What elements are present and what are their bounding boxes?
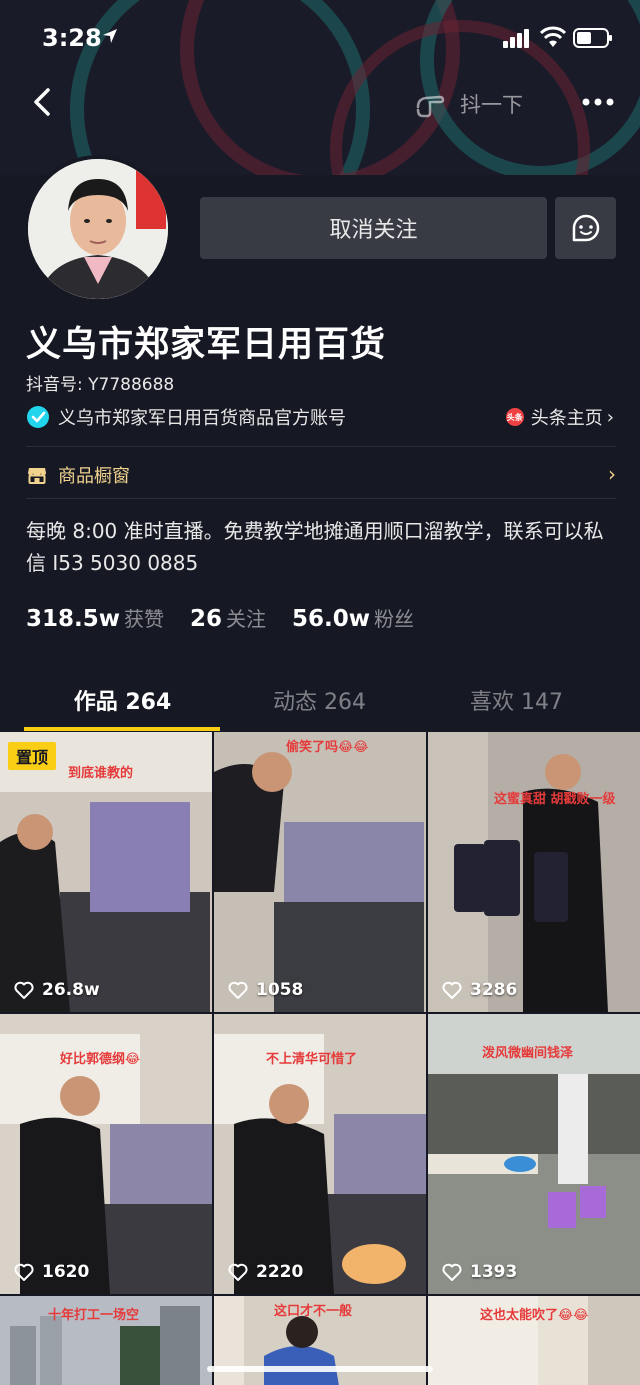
video-cover-image: [214, 732, 426, 1012]
message-smile-icon: [572, 214, 599, 242]
stat-number: 56.0w: [292, 606, 371, 632]
stat-label: 粉丝: [374, 607, 415, 631]
video-thumbnail[interactable]: 这蜜真甜 胡戳败一级 3286: [428, 732, 640, 1012]
account-name: 义乌市郑家军日用百货: [26, 325, 387, 365]
video-thumbnail[interactable]: 这也太能吹了😂😂: [428, 1296, 640, 1385]
video-caption: 偷笑了吗😂😂: [286, 740, 369, 755]
video-caption: 好比郭德纲😂: [60, 1052, 141, 1067]
like-count-text: 26.8w: [42, 980, 100, 1000]
tab-activity[interactable]: 动态 264: [213, 684, 426, 716]
unfollow-button[interactable]: 取消关注: [200, 197, 547, 259]
douyin-id[interactable]: 抖音号: Y7788688: [26, 370, 174, 395]
like-count-text: 1393: [470, 1262, 518, 1282]
shop-label: 商品橱窗: [58, 466, 130, 487]
toutiao-icon: 头条: [505, 408, 524, 426]
like-count: 26.8w: [14, 980, 100, 1000]
like-count: 1620: [14, 1262, 89, 1282]
active-tab-indicator: [24, 727, 220, 731]
product-showcase-row[interactable]: 商品橱窗 ›: [26, 460, 616, 490]
toutiao-label: 头条主页: [530, 408, 603, 429]
verified-badge-icon: [27, 406, 49, 428]
avatar[interactable]: [24, 155, 172, 303]
chevron-right-icon: ›: [608, 462, 616, 486]
video-thumbnail[interactable]: 好比郭德纲😂 1620: [0, 1014, 212, 1294]
video-caption: 这蜜真甜 胡戳败一级: [494, 792, 616, 807]
home-indicator[interactable]: [207, 1366, 433, 1372]
stat-number: 318.5w: [26, 606, 120, 632]
top-nav: 抖一下: [0, 76, 640, 132]
like-count: 1393: [442, 1262, 517, 1282]
video-thumbnail[interactable]: 十年打工一场空: [0, 1296, 212, 1385]
verification-row: 义乌市郑家军日用百货商品官方账号: [26, 404, 346, 430]
heart-icon: [228, 1263, 248, 1281]
toutiao-homepage-link[interactable]: 头条 头条主页 ›: [505, 404, 614, 430]
bio-text: 每晚 8:00 准时直播。免费教学地摊通用顺口溜教学，联系可以私信 I53 50…: [26, 519, 604, 575]
stats-row: 318.5w 获赞 26 关注 56.0w 粉丝: [26, 603, 440, 637]
pinned-badge: 置顶: [8, 742, 57, 770]
heart-icon: [228, 981, 248, 999]
like-count: 2220: [228, 1262, 303, 1282]
avatar-portrait: [28, 159, 168, 299]
like-count-text: 3286: [470, 980, 518, 1000]
video-thumbnail[interactable]: 泼风微幽间钱泽 1393: [428, 1014, 640, 1294]
like-count-text: 1620: [42, 1262, 90, 1282]
video-caption: 泼风微幽间钱泽: [482, 1046, 574, 1061]
heart-icon: [14, 981, 34, 999]
status-time: 3:28: [42, 24, 102, 52]
like-count-text: 1058: [256, 980, 304, 1000]
video-caption: 这也太能吹了😂😂: [480, 1308, 589, 1323]
video-caption: 不上清华可惜了: [266, 1052, 358, 1067]
like-count-text: 2220: [256, 1262, 304, 1282]
video-thumbnail[interactable]: 置顶 到底谁教的 26.8w: [0, 732, 212, 1012]
video-thumbnail[interactable]: 不上清华可惜了 2220: [214, 1014, 426, 1294]
shake-button[interactable]: 抖一下: [414, 88, 523, 120]
heart-icon: [14, 1263, 34, 1281]
divider: [26, 446, 616, 447]
video-cover-image: [428, 732, 640, 1012]
content-tabs: 作品 264 动态 264 喜欢 147: [0, 672, 640, 732]
stat-label: 关注: [226, 607, 267, 631]
divider: [26, 498, 616, 499]
shop-icon: [28, 468, 46, 484]
wifi-icon: [540, 26, 566, 47]
chevron-right-icon: ›: [606, 406, 614, 428]
battery-icon: [573, 28, 612, 48]
tab-likes[interactable]: 喜欢 147: [410, 684, 623, 716]
heart-icon: [442, 1263, 462, 1281]
stat-label: 获赞: [124, 607, 164, 631]
stat-following[interactable]: 26 关注: [190, 603, 266, 632]
back-arrow-icon[interactable]: [28, 86, 56, 118]
message-button[interactable]: [555, 197, 616, 259]
like-count: 1058: [228, 980, 303, 1000]
verified-text: 义乌市郑家军日用百货商品官方账号: [58, 408, 346, 429]
location-arrow-icon: [103, 29, 117, 43]
status-bar: 3:28: [0, 0, 640, 76]
stat-number: 26: [190, 606, 223, 632]
shake-label: 抖一下: [460, 93, 523, 117]
video-thumbnail[interactable]: 偷笑了吗😂😂 1058: [214, 732, 426, 1012]
shake-hand-icon: [416, 95, 445, 118]
tab-works[interactable]: 作品 264: [16, 684, 229, 716]
heart-icon: [442, 981, 462, 999]
cellular-signal-icon: [503, 29, 529, 48]
video-caption: 这口才不一般: [274, 1304, 353, 1319]
stat-followers[interactable]: 56.0w 粉丝: [292, 603, 414, 632]
video-caption: 十年打工一场空: [48, 1308, 140, 1323]
stat-likes[interactable]: 318.5w 获赞: [26, 603, 164, 632]
more-options-icon[interactable]: [580, 92, 616, 112]
like-count: 3286: [442, 980, 517, 1000]
video-caption: 到底谁教的: [68, 766, 134, 781]
